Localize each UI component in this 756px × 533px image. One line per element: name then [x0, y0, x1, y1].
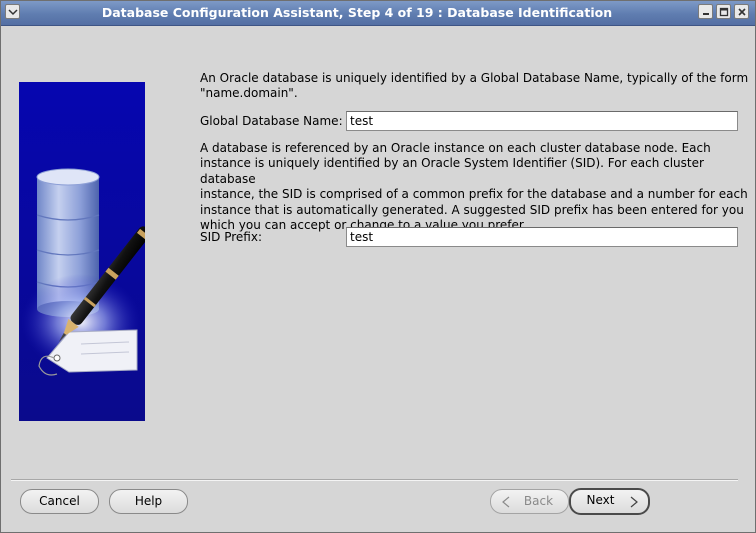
global-db-name-label: Global Database Name:	[200, 114, 343, 128]
chevron-left-icon	[502, 496, 510, 508]
maximize-icon	[719, 7, 729, 17]
next-button-label: Next	[586, 493, 615, 507]
cancel-button-label: Cancel	[39, 494, 80, 508]
chevron-down-icon	[8, 9, 18, 16]
close-icon	[738, 8, 746, 16]
maximize-button[interactable]	[716, 4, 731, 19]
help-button[interactable]: Help	[109, 489, 188, 514]
sid-text-line: instance, the SID is comprised of a comm…	[200, 187, 748, 202]
chevron-right-icon	[630, 496, 638, 508]
back-button[interactable]: Back	[490, 489, 569, 514]
next-button[interactable]: Next	[569, 488, 650, 515]
intro-text: An Oracle database is uniquely identifie…	[200, 71, 748, 102]
minimize-icon	[703, 13, 709, 15]
sid-text-line: A database is referenced by an Oracle in…	[200, 141, 711, 155]
sid-prefix-label: SID Prefix:	[200, 230, 262, 244]
intro-text-line: An Oracle database is uniquely identifie…	[200, 71, 749, 85]
window-menu-button[interactable]	[5, 4, 20, 19]
intro-text-line: "name.domain".	[200, 86, 298, 101]
minimize-button[interactable]	[698, 4, 713, 19]
wizard-banner-image	[19, 82, 145, 421]
help-button-label: Help	[134, 494, 163, 508]
database-pen-icon	[19, 82, 145, 421]
title-bar[interactable]: Database Configuration Assistant, Step 4…	[1, 1, 755, 26]
sid-text-line: instance is uniquely identified by an Or…	[200, 156, 704, 186]
sid-text-line: instance that is automatically generated…	[200, 202, 744, 217]
sid-description: A database is referenced by an Oracle in…	[200, 141, 755, 233]
window-title: Database Configuration Assistant, Step 4…	[101, 5, 613, 20]
dialog-window: Database Configuration Assistant, Step 4…	[0, 0, 756, 533]
close-button[interactable]	[734, 4, 749, 19]
sid-prefix-field[interactable]: test	[346, 227, 738, 247]
cancel-button[interactable]: Cancel	[20, 489, 99, 514]
global-db-name-field[interactable]: test	[346, 111, 738, 131]
back-button-label: Back	[523, 494, 554, 508]
footer-separator	[11, 479, 738, 481]
